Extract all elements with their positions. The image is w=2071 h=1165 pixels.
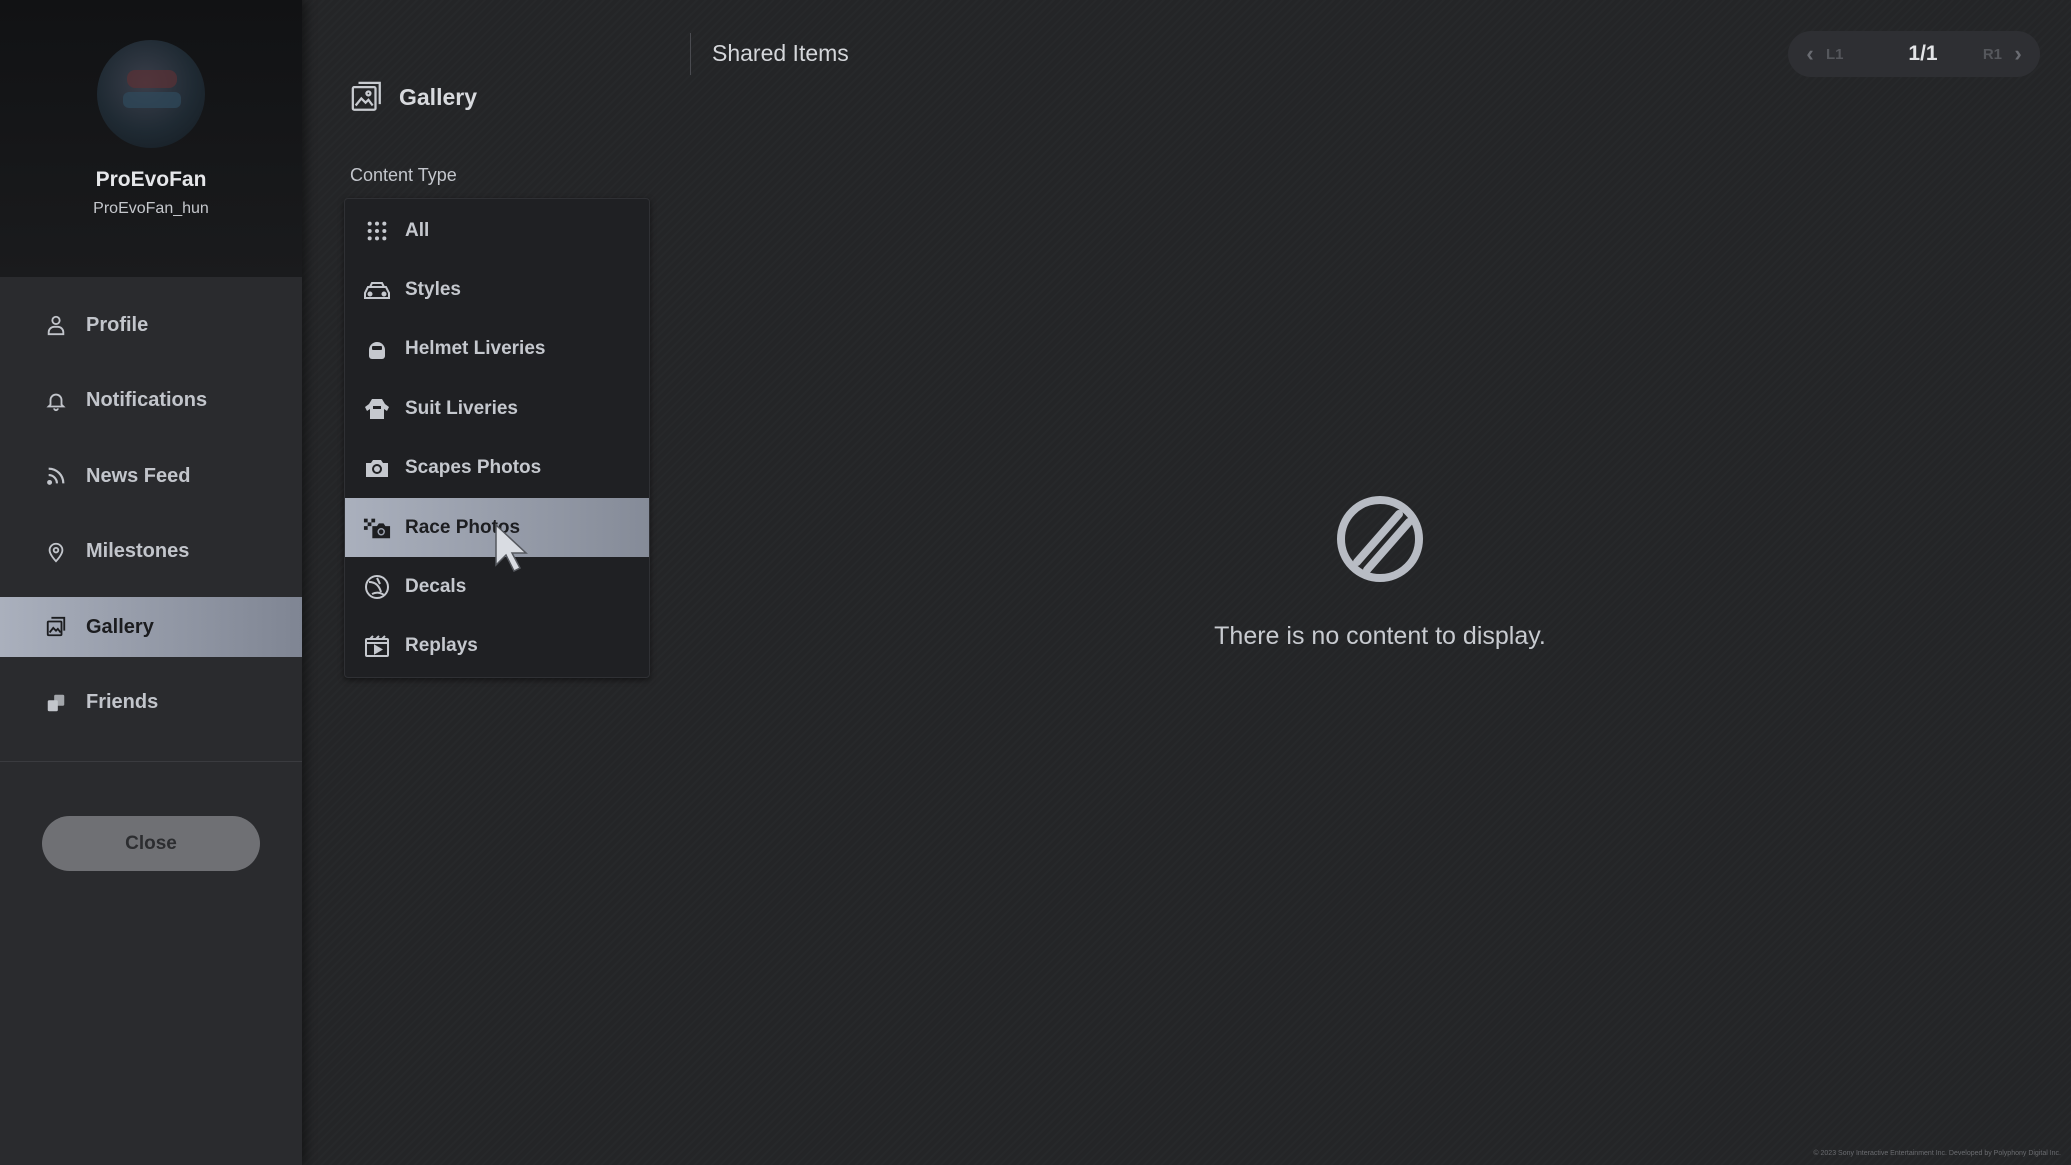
content-type-label: Helmet Liveries xyxy=(405,338,546,360)
content-type-list: All Styles Helmet Liveries Suit Liveries… xyxy=(344,198,650,678)
close-button[interactable]: Close xyxy=(42,816,260,871)
mouse-cursor-icon xyxy=(495,523,528,573)
profile-header: ProEvoFan ProEvoFan_hun xyxy=(0,0,302,277)
race-camera-icon xyxy=(363,514,391,542)
no-content-icon xyxy=(1337,496,1423,582)
content-type-label: Replays xyxy=(405,635,478,657)
sidebar-item-label: Gallery xyxy=(86,615,154,638)
friends-icon xyxy=(44,691,68,715)
location-pin-icon xyxy=(44,540,68,564)
sidebar-item-label: Profile xyxy=(86,313,149,336)
camera-icon xyxy=(363,454,391,482)
content-type-label: Styles xyxy=(405,279,461,301)
divider xyxy=(690,33,691,75)
sidebar-item-label: News Feed xyxy=(86,464,191,487)
sidebar-item-friends[interactable]: Friends xyxy=(0,673,302,733)
suit-icon xyxy=(363,395,391,423)
person-icon xyxy=(44,313,68,337)
sidebar-item-news-feed[interactable]: News Feed xyxy=(0,446,302,506)
gallery-header: Gallery xyxy=(350,80,477,114)
content-type-helmet-liveries[interactable]: Helmet Liveries xyxy=(345,320,649,379)
grid-icon xyxy=(363,217,391,245)
rss-icon xyxy=(44,464,68,488)
sidebar-item-gallery[interactable]: Gallery xyxy=(0,597,302,657)
content-type-label: All xyxy=(405,219,430,241)
chevron-left-icon[interactable]: ‹ xyxy=(1800,41,1820,67)
sidebar-item-milestones[interactable]: Milestones xyxy=(0,522,302,582)
empty-state-message: There is no content to display. xyxy=(1214,622,1546,650)
user-id: ProEvoFan_hun xyxy=(93,200,209,217)
copyright-footer: © 2023 Sony Interactive Entertainment In… xyxy=(1813,1150,2061,1157)
section-title: Shared Items xyxy=(712,40,849,66)
content-type-label: Suit Liveries xyxy=(405,397,518,419)
page-title: Gallery xyxy=(399,83,477,110)
content-type-styles[interactable]: Styles xyxy=(345,260,649,319)
sidebar-item-label: Milestones xyxy=(86,540,190,562)
bell-icon xyxy=(44,389,68,413)
helmet-icon xyxy=(363,335,391,363)
replay-icon xyxy=(363,632,391,660)
avatar[interactable] xyxy=(97,40,205,148)
display-name: ProEvoFan xyxy=(95,168,207,191)
background xyxy=(0,0,2071,1165)
pager-next-label[interactable]: R1 xyxy=(1962,46,2002,63)
sidebar-item-label: Notifications xyxy=(86,389,208,411)
car-icon xyxy=(363,276,391,304)
content-type-all[interactable]: All xyxy=(345,201,649,260)
sidebar-item-profile[interactable]: Profile xyxy=(0,295,302,355)
gallery-icon xyxy=(44,615,68,639)
sidebar-item-notifications[interactable]: Notifications xyxy=(0,371,302,431)
content-type-label: Scapes Photos xyxy=(405,457,542,479)
decal-icon xyxy=(363,573,391,601)
content-type-scapes-photos[interactable]: Scapes Photos xyxy=(345,439,649,498)
content-type-replays[interactable]: Replays xyxy=(345,617,649,676)
sidebar-nav: Profile Notifications News Feed Mileston… xyxy=(0,295,302,748)
page-number: 1/1 xyxy=(1908,42,1938,65)
pager-prev-label[interactable]: L1 xyxy=(1826,46,1884,63)
chevron-right-icon[interactable]: › xyxy=(2008,41,2028,67)
gallery-icon xyxy=(350,80,384,114)
content-type-label: Content Type xyxy=(350,165,457,185)
content-type-label: Decals xyxy=(405,576,467,598)
divider xyxy=(0,761,302,762)
pager: ‹ L1 1/1 R1 › xyxy=(1788,31,2040,77)
content-type-suit-liveries[interactable]: Suit Liveries xyxy=(345,379,649,438)
sidebar: ProEvoFan ProEvoFan_hun Profile Notifica… xyxy=(0,0,302,1165)
sidebar-item-label: Friends xyxy=(86,691,159,713)
